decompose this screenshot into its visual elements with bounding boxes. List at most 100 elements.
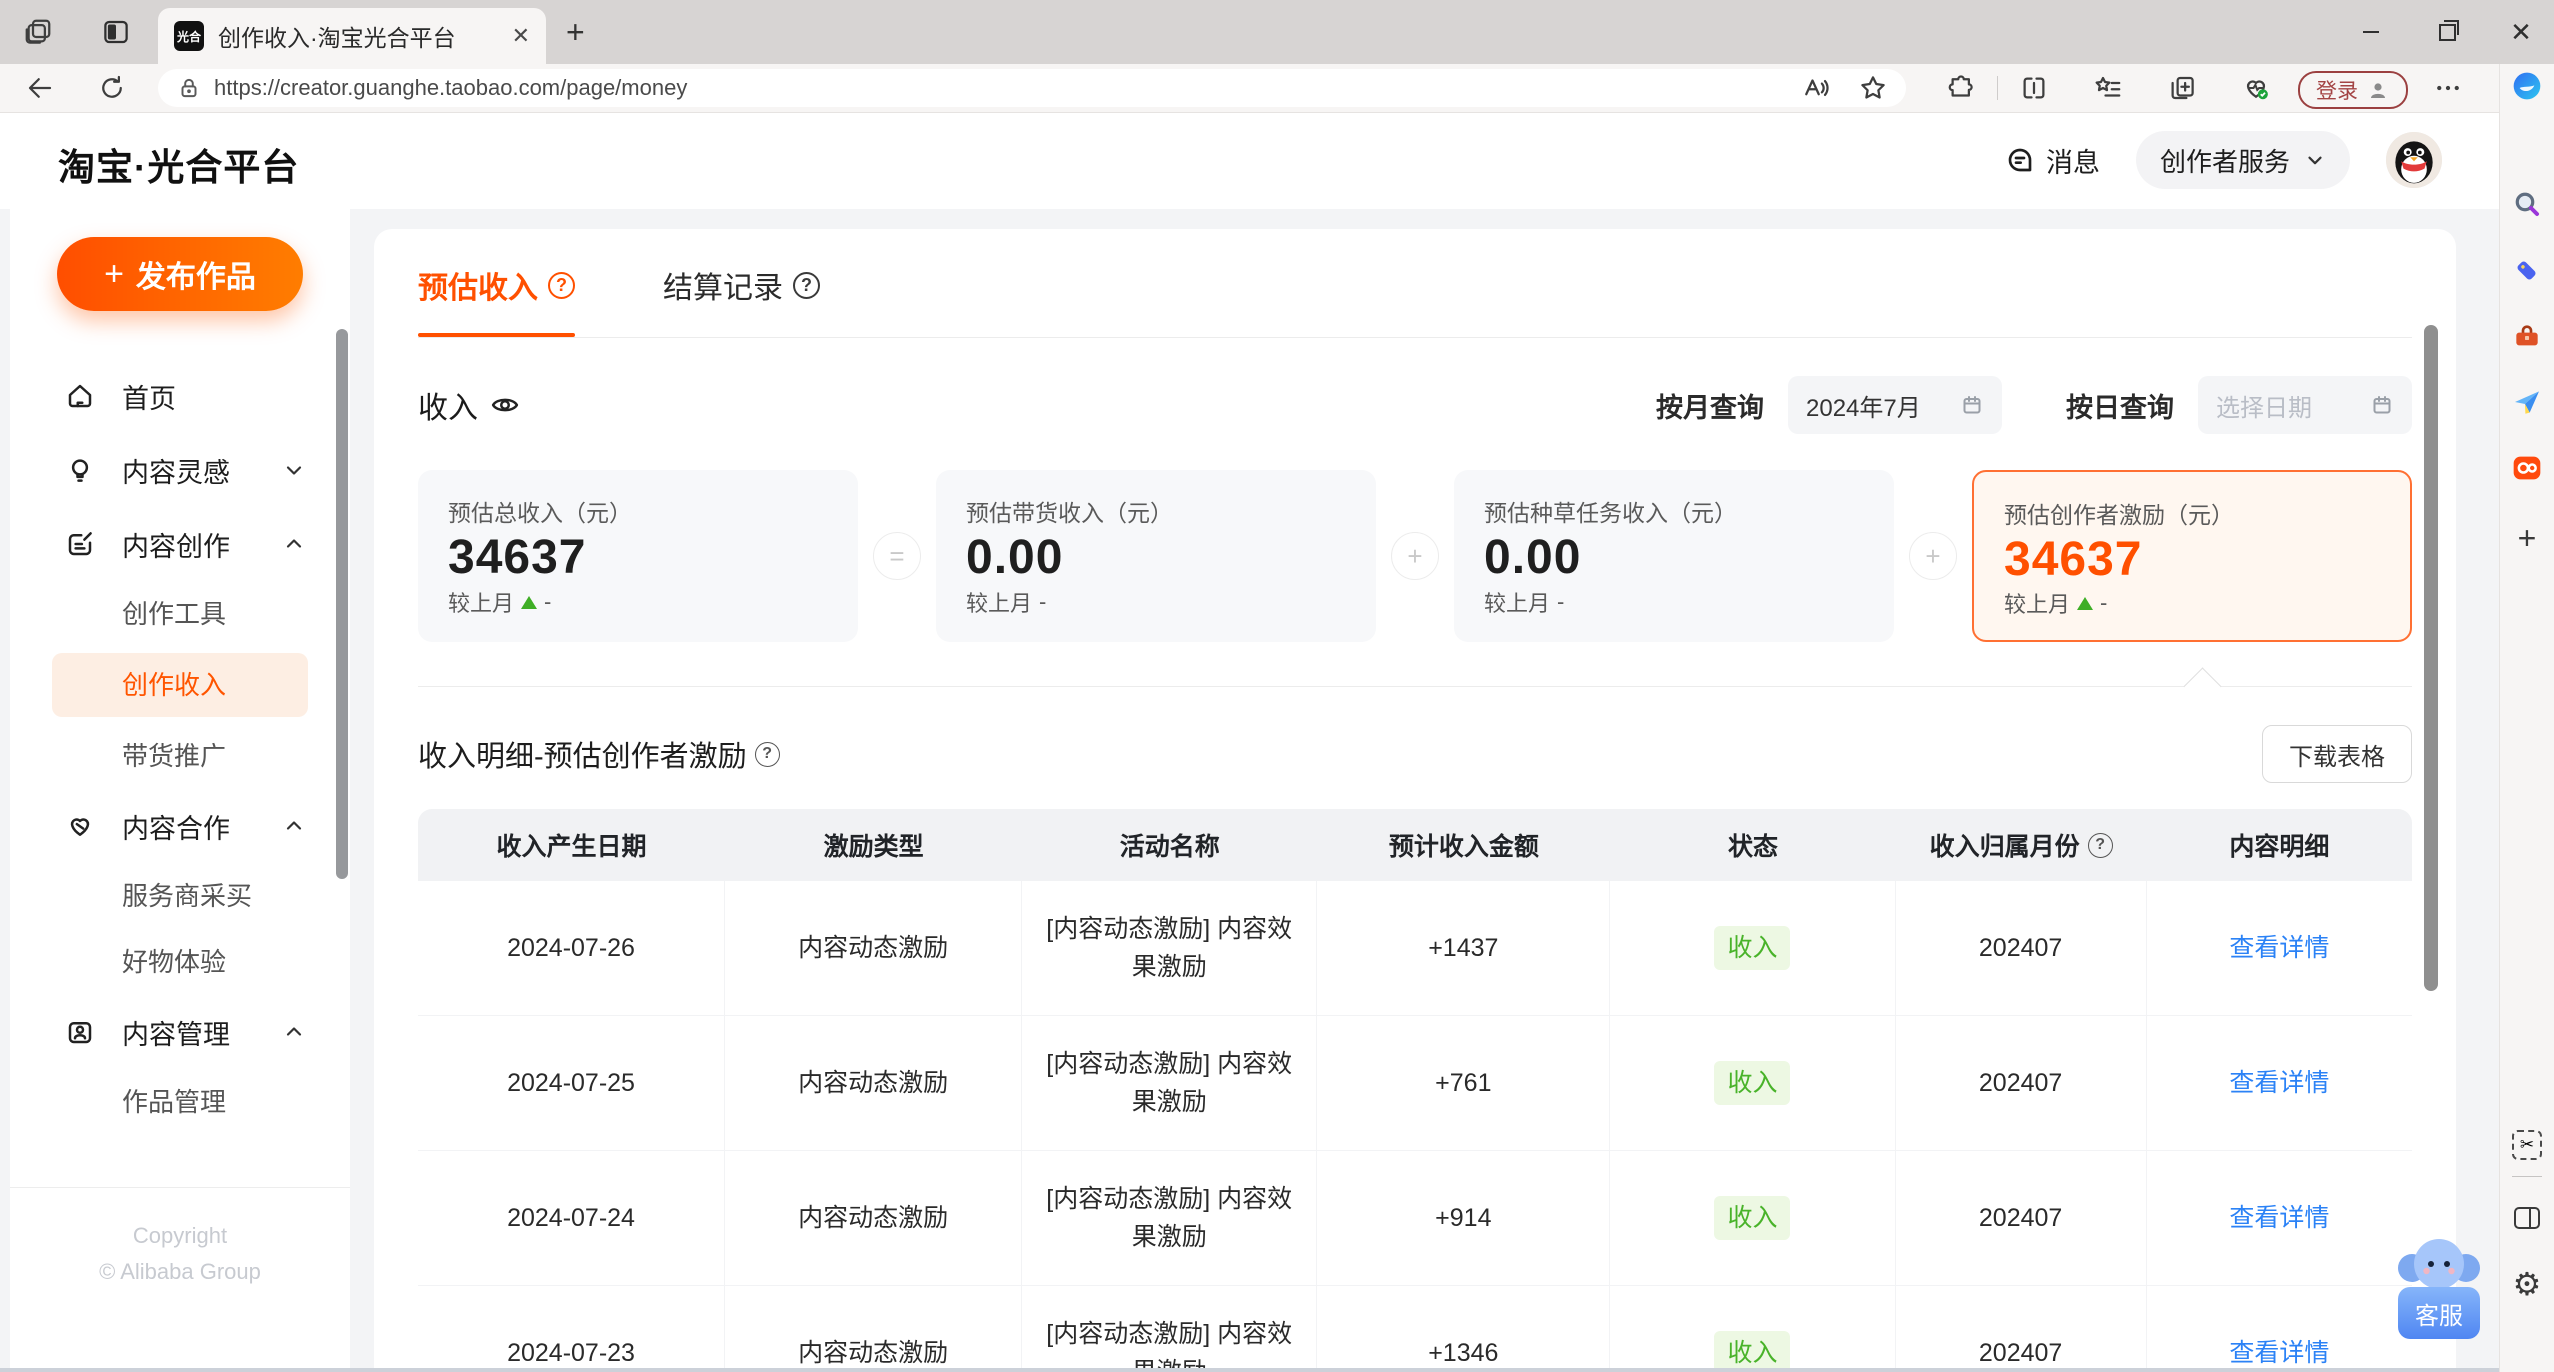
- collections-icon[interactable]: [2166, 72, 2198, 104]
- favorite-star-icon[interactable]: [1858, 73, 1888, 103]
- card-goods-income[interactable]: 预估带货收入（元） 0.00 较上月 -: [936, 470, 1376, 642]
- tab-estimated-income[interactable]: 预估收入: [418, 263, 575, 337]
- view-details-link[interactable]: 查看详情: [2229, 929, 2329, 967]
- tab-actions-icon[interactable]: [100, 16, 132, 48]
- month-query-label: 按月查询: [1656, 392, 1764, 423]
- view-details-link[interactable]: 查看详情: [2229, 1199, 2329, 1237]
- browser-essentials-icon[interactable]: [2240, 72, 2272, 104]
- help-icon[interactable]: [793, 271, 820, 299]
- visibility-eye-icon[interactable]: [490, 390, 520, 420]
- sidebar-subitem-service-purchase[interactable]: 服务商采买: [10, 863, 350, 929]
- extensions-icon[interactable]: [1946, 72, 1978, 104]
- card-creator-incentive[interactable]: 预估创作者激励（元） 34637 较上月 -: [1972, 470, 2412, 642]
- help-icon[interactable]: [548, 271, 575, 299]
- cell-status: 收入: [1610, 1016, 1896, 1150]
- download-table-button[interactable]: 下载表格: [2262, 725, 2412, 783]
- sidebar-subitem-promotion[interactable]: 带货推广: [10, 723, 350, 789]
- window-minimize-button[interactable]: [2348, 14, 2394, 50]
- login-label: 登录: [2316, 80, 2358, 103]
- copyright-line1: Copyright: [132, 1223, 228, 1248]
- kuaishou-app-icon[interactable]: [2511, 452, 2543, 484]
- compare-delta: -: [2100, 590, 2108, 615]
- operator-plus: +: [1894, 470, 1972, 642]
- card-total-income[interactable]: 预估总收入（元） 34637 较上月 -: [418, 470, 858, 642]
- col-month: 收入归属月份: [1896, 809, 2147, 881]
- sidebar-subitem-works-management[interactable]: 作品管理: [10, 1069, 350, 1135]
- cell-month: 202407: [1896, 1286, 2147, 1368]
- favorites-bar-icon[interactable]: [2092, 72, 2124, 104]
- read-aloud-icon[interactable]: [1800, 73, 1830, 103]
- help-icon[interactable]: [2087, 832, 2113, 858]
- compare-label: 较上月: [1484, 591, 1551, 616]
- trend-up-icon: [2077, 596, 2094, 610]
- creator-services-dropdown[interactable]: 创作者服务: [2135, 131, 2350, 189]
- sidebar-item-label: 内容创作: [122, 531, 230, 562]
- window-restore-button[interactable]: [2424, 14, 2470, 50]
- card-seeding-task-income[interactable]: 预估种草任务收入（元） 0.00 较上月 -: [1454, 470, 1894, 642]
- sidebar-subitem-creation-tools[interactable]: 创作工具: [10, 581, 350, 647]
- income-detail-table: 收入产生日期 激励类型 活动名称 预计收入金额 状态 收入归属月份 内容明细 2…: [418, 809, 2412, 1368]
- site-logo[interactable]: 淘宝·光合平台: [58, 137, 299, 191]
- split-screen-icon[interactable]: [2018, 72, 2050, 104]
- sidebar-item-home[interactable]: 首页: [10, 359, 350, 433]
- table-row: 2024-07-23 内容动态激励 [内容动态激励] 内容效果激励 +1346 …: [418, 1286, 2412, 1368]
- customer-service-label: 客服: [2398, 1287, 2480, 1339]
- screenshot-icon[interactable]: ✂: [2511, 1129, 2543, 1161]
- left-nav-panel: + 发布作品 首页 内容灵感 内容创作 创作工具 创作收入 带货推广 内容合作 …: [10, 209, 350, 1368]
- sidebar-subitem-product-trial[interactable]: 好物体验: [10, 929, 350, 995]
- view-details-link[interactable]: 查看详情: [2229, 1064, 2329, 1102]
- tab-label: 预估收入: [418, 272, 538, 305]
- new-tab-button[interactable]: +: [566, 14, 585, 51]
- sidebar-add-icon[interactable]: +: [2511, 522, 2543, 554]
- paper-plane-icon[interactable]: [2511, 386, 2543, 418]
- sidebar-item-inspiration[interactable]: 内容灵感: [10, 433, 350, 507]
- back-icon[interactable]: [24, 72, 56, 104]
- sidebar-item-cooperation[interactable]: 内容合作: [10, 789, 350, 863]
- help-icon[interactable]: [754, 741, 780, 767]
- month-picker[interactable]: 2024年7月: [1788, 376, 2002, 434]
- sidebar-subitem-creation-income[interactable]: 创作收入: [52, 653, 308, 717]
- more-options-icon[interactable]: [2432, 72, 2464, 104]
- sidebar-item-management[interactable]: 内容管理: [10, 995, 350, 1069]
- tab-settlement-records[interactable]: 结算记录: [663, 263, 820, 337]
- tab-close-icon[interactable]: ✕: [512, 23, 530, 49]
- search-icon[interactable]: [2511, 188, 2543, 220]
- customer-service-button[interactable]: 客服: [2398, 1236, 2480, 1339]
- view-details-link[interactable]: 查看详情: [2229, 1334, 2329, 1368]
- browser-active-tab[interactable]: 光合 创作收入·淘宝光合平台 ✕: [158, 8, 546, 64]
- day-picker[interactable]: 选择日期: [2198, 376, 2412, 434]
- address-bar[interactable]: https://creator.guanghe.taobao.com/page/…: [158, 69, 1906, 107]
- cell-date: 2024-07-24: [418, 1151, 726, 1285]
- browser-toolbar: https://creator.guanghe.taobao.com/page/…: [0, 64, 2554, 113]
- workspaces-icon[interactable]: [22, 16, 54, 48]
- browser-login-button[interactable]: 登录: [2298, 71, 2408, 109]
- table-row: 2024-07-24 内容动态激励 [内容动态激励] 内容效果激励 +914 收…: [418, 1151, 2412, 1286]
- sidebar-scrollbar-thumb[interactable]: [336, 329, 348, 879]
- table-row: 2024-07-25 内容动态激励 [内容动态激励] 内容效果激励 +761 收…: [418, 1016, 2412, 1151]
- cell-month: 202407: [1896, 881, 2147, 1015]
- sidebar-panel-icon[interactable]: [2511, 1202, 2543, 1234]
- toolbox-icon[interactable]: [2511, 320, 2543, 352]
- copilot-icon[interactable]: [2511, 70, 2543, 102]
- chevron-up-icon: [286, 821, 302, 830]
- messages-button[interactable]: 消息: [2004, 141, 2100, 180]
- chevron-up-icon: [286, 539, 302, 548]
- publish-work-button[interactable]: + 发布作品: [57, 237, 303, 311]
- compare-label: 较上月: [2004, 592, 2071, 617]
- detail-title: 收入明细-预估创作者激励: [418, 741, 747, 773]
- cell-type: 内容动态激励: [725, 881, 1023, 1015]
- status-badge: 收入: [1714, 1331, 1791, 1368]
- card-value: 0.00: [966, 531, 1064, 584]
- status-badge: 收入: [1714, 1196, 1791, 1240]
- user-avatar[interactable]: [2386, 132, 2442, 188]
- sidebar-item-creation[interactable]: 内容创作: [10, 507, 350, 581]
- income-filter-row: 收入 按月查询 2024年7月 按日查询 选择日期: [418, 376, 2412, 434]
- window-close-button[interactable]: ✕: [2498, 14, 2544, 50]
- operator-plus: +: [1376, 470, 1454, 642]
- settings-gear-icon[interactable]: ⚙: [2511, 1268, 2543, 1300]
- shopping-tag-icon[interactable]: [2511, 254, 2543, 286]
- page-scrollbar-thumb[interactable]: [2424, 325, 2438, 991]
- messages-label: 消息: [2045, 147, 2100, 178]
- refresh-icon[interactable]: [96, 72, 128, 104]
- url-text[interactable]: https://creator.guanghe.taobao.com/page/…: [214, 75, 1800, 101]
